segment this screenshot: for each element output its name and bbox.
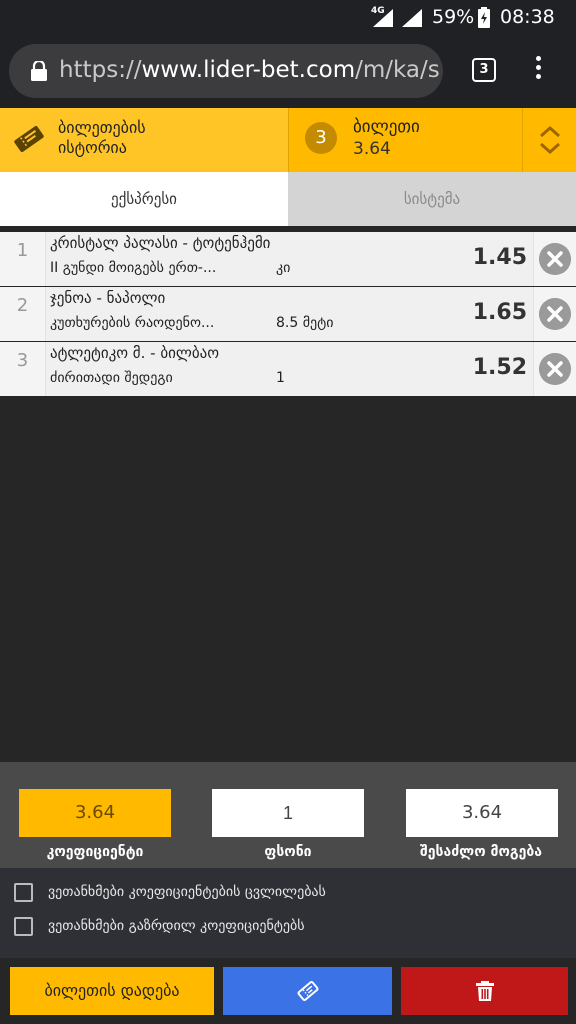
bet-details: ჯენოა - ნაპოლი კუთხურების რაოდენო... 8.5…: [46, 287, 533, 341]
current-ticket-tab[interactable]: 3 ბილეთი 3.64: [288, 108, 522, 172]
tab-switcher-button[interactable]: 3: [472, 58, 496, 82]
remove-bet-button[interactable]: [533, 232, 576, 286]
close-icon: [539, 243, 571, 275]
ticket-history-label: ბილეთების ისტორია: [58, 118, 146, 158]
bet-row: 3 ატლეტიკო მ. - ბილბაო ძირითადი შედეგი 1…: [0, 342, 576, 396]
bet-market: II გუნდი მოიგებს ერთ-...: [50, 260, 217, 276]
dot-icon: [535, 74, 541, 79]
delete-ticket-button[interactable]: [401, 967, 568, 1015]
expand-collapse-button[interactable]: [522, 108, 576, 172]
history-label-line1: ბილეთების: [58, 118, 146, 137]
bet-number: 2: [0, 287, 46, 341]
url-text: https://www.lider-bet.com/m/ka/s: [59, 57, 440, 83]
stake-amount-input[interactable]: [212, 789, 364, 837]
remove-bet-button[interactable]: [533, 287, 576, 341]
wifi-signal-icon: [402, 9, 422, 27]
url-path: /m/ka/s: [355, 57, 440, 83]
bet-outcome: 1: [276, 370, 285, 386]
bet-details: ატლეტიკო მ. - ბილბაო ძირითადი შედეგი 1 1…: [46, 342, 533, 396]
ticket-title: ბილეთი: [353, 117, 420, 137]
bet-odd: 1.45: [472, 245, 527, 270]
bet-match: ჯენოა - ნაპოლი: [50, 289, 166, 307]
remove-bet-button[interactable]: [533, 342, 576, 396]
accept-boosted-odds-checkbox[interactable]: [14, 917, 33, 936]
battery-charging-icon: [478, 7, 490, 28]
close-icon: [539, 298, 571, 330]
accept-odds-change-checkbox[interactable]: [14, 883, 33, 902]
betslip-header: ბილეთების ისტორია 3 ბილეთი 3.64: [0, 108, 576, 172]
url-scheme: https://: [59, 57, 142, 83]
history-label-line2: ისტორია: [58, 138, 127, 157]
bet-market: კუთხურების რაოდენო...: [50, 315, 215, 331]
possible-win-value: 3.64: [406, 789, 558, 837]
stake-panel: 3.64 3.64 კოეფიციენტი ფსონი შესაძლო მოგე…: [0, 762, 576, 868]
browser-toolbar: https://www.lider-bet.com/m/ka/s 3: [0, 36, 576, 108]
bet-match: ატლეტიკო მ. - ბილბაო: [50, 344, 220, 362]
ticket-count-badge: 3: [305, 122, 337, 154]
bet-outcome: 8.5 მეტი: [276, 315, 334, 331]
place-bet-button[interactable]: ბილეთის დადება: [10, 967, 214, 1015]
possible-win-label: შესაძლო მოგება: [420, 844, 542, 860]
bet-row: 1 კრისტალ პალასი - ტოტენჰემი II გუნდი მო…: [0, 232, 576, 286]
trash-icon: [475, 981, 494, 1001]
odds-label: კოეფიციენტი: [46, 844, 144, 860]
total-odds-value: 3.64: [19, 789, 171, 837]
dot-icon: [535, 56, 541, 61]
ticket-icon: [14, 126, 44, 152]
agreements: ვეთანხმები კოეფიციენტების ცვლილებას ვეთა…: [0, 868, 576, 958]
more-menu-button[interactable]: [530, 56, 546, 86]
close-icon: [539, 353, 571, 385]
tab-system[interactable]: სისტემა: [288, 172, 576, 226]
accept-odds-change-label: ვეთანხმები კოეფიციენტების ცვლილებას: [48, 884, 326, 900]
bet-number: 1: [0, 232, 46, 286]
bet-odd: 1.65: [472, 300, 527, 325]
accept-boosted-odds-label: ვეთანხმები გაზრდილ კოეფიციენტებს: [48, 918, 305, 934]
stake-label: ფსონი: [264, 844, 312, 860]
bet-details: კრისტალ პალასი - ტოტენჰემი II გუნდი მოიგ…: [46, 232, 533, 286]
dot-icon: [535, 65, 541, 70]
mobile-signal-icon: [373, 9, 393, 27]
bet-match: კრისტალ პალასი - ტოტენჰემი: [50, 234, 271, 252]
bet-number: 3: [0, 342, 46, 396]
url-host: www.lider-bet.com: [141, 57, 356, 83]
ticket-icon: [297, 980, 318, 1002]
save-ticket-button[interactable]: [223, 967, 392, 1015]
ticket-total-odd: 3.64: [353, 139, 391, 159]
chevron-up-down-icon: [540, 125, 560, 155]
tab-express[interactable]: ექსპრესი: [0, 172, 288, 226]
status-bar: 4G 59% 08:38: [0, 0, 576, 36]
bet-outcome: კი: [276, 260, 291, 276]
clock: 08:38: [500, 6, 555, 28]
action-bar: ბილეთის დადება: [0, 958, 576, 1024]
bet-row: 2 ჯენოა - ნაპოლი კუთხურების რაოდენო... 8…: [0, 287, 576, 341]
bet-odd: 1.52: [472, 355, 527, 380]
address-bar[interactable]: https://www.lider-bet.com/m/ka/s: [9, 44, 443, 98]
bet-mode-tabs: ექსპრესი სისტემა: [0, 172, 576, 226]
bet-list: 1 კრისტალ პალასი - ტოტენჰემი II გუნდი მო…: [0, 232, 576, 397]
lock-icon: [31, 61, 47, 81]
ticket-history-button[interactable]: ბილეთების ისტორია: [0, 108, 288, 172]
bet-market: ძირითადი შედეგი: [50, 370, 173, 386]
battery-percent: 59%: [432, 6, 475, 28]
